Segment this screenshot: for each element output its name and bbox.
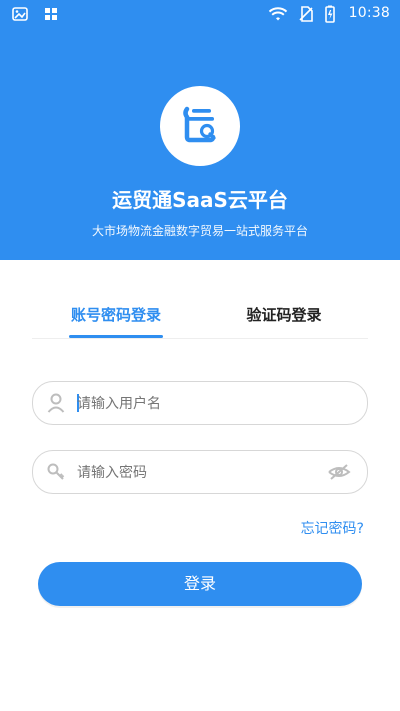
key-icon [45, 461, 67, 483]
battery-icon [324, 5, 336, 27]
status-time: 10:38 [348, 5, 390, 21]
image-icon [12, 6, 28, 25]
no-sim-icon [298, 6, 314, 26]
password-field[interactable] [32, 450, 368, 494]
tab-label: 账号密码登录 [70, 306, 161, 324]
status-right-icons [268, 5, 336, 27]
tab-account-password[interactable]: 账号密码登录 [32, 300, 200, 338]
yun-logo-icon [177, 101, 223, 151]
login-button[interactable]: 登录 [38, 562, 362, 606]
top-header: 10:38 运贸通SaaS云平台 大市场物流金融数字贸易一站式服务平台 [0, 0, 400, 260]
status-bar: 10:38 [0, 0, 400, 28]
app-subtitle: 大市场物流金融数字贸易一站式服务平台 [91, 224, 308, 238]
user-icon [45, 392, 67, 414]
app-title: 运贸通SaaS云平台 [112, 188, 288, 212]
tab-sms-code[interactable]: 验证码登录 [200, 300, 368, 338]
active-tab-indicator [69, 335, 163, 338]
login-tabs: 账号密码登录 验证码登录 [32, 300, 368, 339]
password-input[interactable] [77, 451, 337, 493]
status-left-icons [12, 6, 58, 25]
forgot-password-link[interactable]: 忘记密码? [301, 518, 364, 538]
grid-icon [44, 6, 58, 25]
app-logo [160, 86, 240, 166]
username-field[interactable] [32, 381, 368, 425]
wifi-icon [268, 6, 288, 26]
username-input[interactable] [77, 382, 337, 424]
tab-label: 验证码登录 [246, 306, 322, 324]
eye-slash-icon[interactable] [327, 463, 351, 481]
